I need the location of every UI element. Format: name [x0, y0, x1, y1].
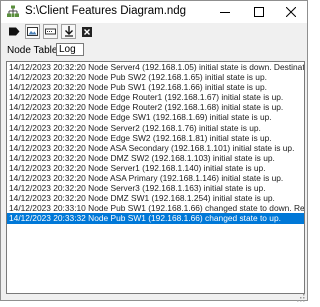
log-line[interactable]: 14/12/2023 20:32:20 Node Edge Router2 (1… [7, 102, 304, 112]
field-icon [45, 28, 56, 35]
clear-button[interactable] [79, 24, 94, 39]
close-icon [286, 7, 296, 17]
log-line[interactable]: 14/12/2023 20:32:20 Node Server1 (192.16… [7, 163, 304, 173]
log-line[interactable]: 14/12/2023 20:33:10 Node Pub SW1 (192.16… [7, 203, 304, 213]
log-line[interactable]: 14/12/2023 20:32:20 Node Server3 (192.16… [7, 183, 304, 193]
log-listbox[interactable]: 14/12/2023 20:32:20 Node Server4 (192.16… [6, 61, 305, 294]
node-table-row: Node Table [1, 43, 307, 59]
title-bar[interactable]: S:\Client Features Diagram.ndg [1, 1, 307, 23]
log-line[interactable]: 14/12/2023 20:32:20 Node Server2 (192.16… [7, 123, 304, 133]
app-window: S:\Client Features Diagram.ndg Node Tabl… [0, 0, 308, 302]
log-line[interactable]: 14/12/2023 20:32:20 Node DMZ SW1 (192.16… [7, 193, 304, 203]
log-line[interactable]: 14/12/2023 20:32:20 Node Server4 (192.16… [7, 62, 304, 72]
field-button[interactable] [43, 24, 58, 39]
toolbar [1, 23, 307, 43]
minimize-icon [220, 12, 230, 13]
log-line[interactable]: 14/12/2023 20:32:20 Node Edge SW2 (192.1… [7, 133, 304, 143]
node-table-label: Node Table [7, 45, 58, 56]
clear-icon [81, 26, 92, 37]
close-button[interactable] [274, 1, 308, 23]
image-icon [27, 27, 38, 36]
network-diagram-icon [7, 5, 19, 18]
log-line[interactable]: 14/12/2023 20:32:20 Node DMZ SW2 (192.16… [7, 153, 304, 163]
maximize-icon [254, 7, 264, 17]
minimize-button[interactable] [208, 1, 242, 23]
log-line[interactable]: 14/12/2023 20:32:20 Node Pub SW1 (192.16… [7, 82, 304, 92]
log-line-selected[interactable]: 14/12/2023 20:33:32 Node Pub SW1 (192.16… [7, 213, 304, 224]
log-line[interactable]: 14/12/2023 20:32:20 Node Edge Router1 (1… [7, 92, 304, 102]
resize-grip-icon[interactable] [296, 289, 305, 302]
log-line[interactable]: 14/12/2023 20:32:20 Node ASA Primary (19… [7, 173, 304, 183]
log-line[interactable]: 14/12/2023 20:32:20 Node Pub SW2 (192.16… [7, 72, 304, 82]
tag-button[interactable] [7, 24, 22, 39]
window-title: S:\Client Features Diagram.ndg [25, 5, 187, 17]
maximize-button[interactable] [242, 1, 276, 23]
tag-icon [9, 27, 20, 36]
node-table-field[interactable] [56, 43, 84, 56]
image-button[interactable] [25, 24, 40, 39]
log-line[interactable]: 14/12/2023 20:32:20 Node ASA Secondary (… [7, 143, 304, 153]
log-line[interactable]: 14/12/2023 20:32:20 Node Edge SW1 (192.1… [7, 112, 304, 122]
download-button[interactable] [61, 24, 76, 39]
download-icon [64, 26, 73, 37]
